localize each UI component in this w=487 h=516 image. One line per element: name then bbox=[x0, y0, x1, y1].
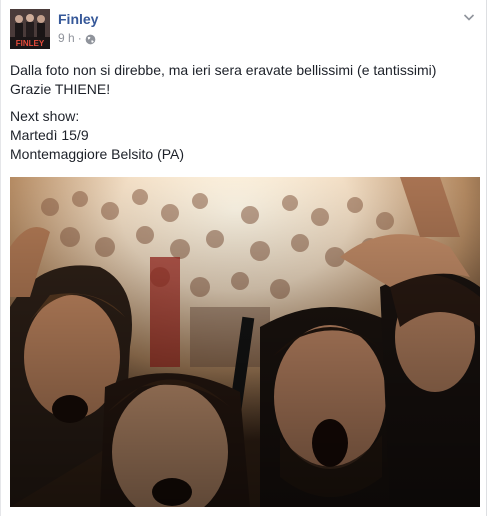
message-paragraph: Dalla foto non si direbbe, ma ieri sera … bbox=[10, 61, 476, 99]
timestamp[interactable]: 9 h bbox=[58, 30, 75, 46]
next-show-paragraph: Next show: Martedì 15/9 Montemaggiore Be… bbox=[10, 107, 476, 164]
post-message: Dalla foto non si direbbe, ma ieri sera … bbox=[10, 61, 476, 172]
post-photo[interactable] bbox=[10, 177, 480, 507]
message-line: Dalla foto non si direbbe, ma ieri sera … bbox=[10, 62, 437, 78]
author-name[interactable]: Finley bbox=[58, 10, 98, 28]
globe-icon[interactable] bbox=[85, 33, 96, 44]
next-show-date: Martedì 15/9 bbox=[10, 127, 89, 143]
meta-separator: · bbox=[77, 31, 82, 45]
avatar[interactable]: FINLEY bbox=[10, 9, 50, 49]
next-show-heading: Next show: bbox=[10, 108, 80, 124]
avatar-logo-text: FINLEY bbox=[16, 39, 45, 48]
post-meta: 9 h · bbox=[58, 30, 96, 46]
facebook-post: FINLEY Finley 9 h · Dalla foto non si di… bbox=[0, 0, 487, 516]
next-show-location: Montemaggiore Belsito (PA) bbox=[10, 146, 185, 162]
message-line: Grazie THIENE! bbox=[10, 81, 111, 97]
chevron-down-icon[interactable] bbox=[462, 10, 476, 24]
